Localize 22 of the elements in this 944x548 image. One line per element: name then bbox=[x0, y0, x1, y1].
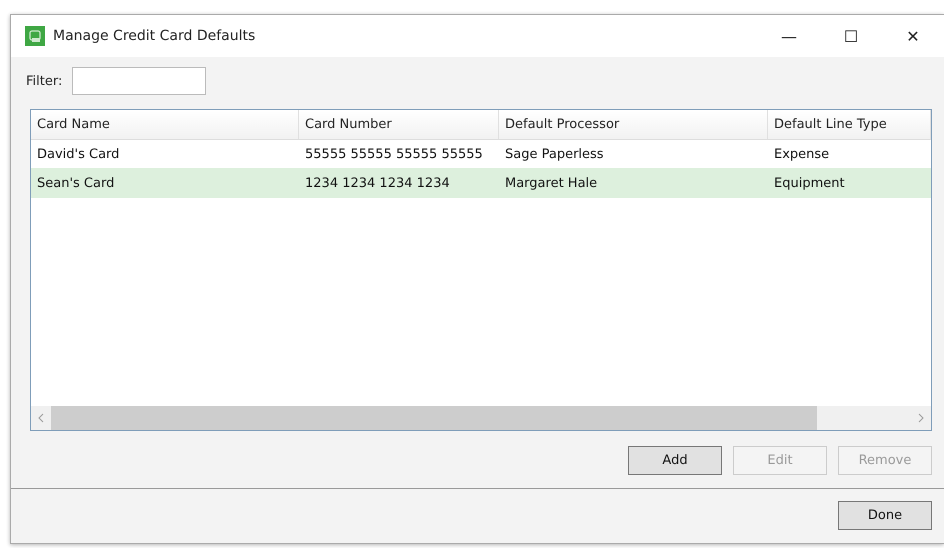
column-header[interactable]: Card Number bbox=[299, 110, 499, 139]
table-row[interactable]: Sean's Card 1234 1234 1234 1234 Margaret Hale Equipment bbox=[31, 168, 931, 198]
column-header[interactable]: Card Name bbox=[31, 110, 299, 139]
table-cell-text: Margaret Hale bbox=[504, 176, 598, 190]
table-cell-text: 55555 55555 55555 55555 bbox=[304, 146, 484, 162]
table-cell-text: 1234 1234 1234 1234 bbox=[304, 176, 451, 190]
filter-label: Filter: bbox=[26, 74, 62, 88]
close-button[interactable]: ✕ bbox=[882, 15, 944, 57]
table-cell-text: Sean's Card bbox=[36, 176, 116, 190]
column-header[interactable]: Default Processor bbox=[499, 110, 768, 139]
table-cell-text: Expense bbox=[773, 146, 830, 162]
maximize-button[interactable]: ☐ bbox=[820, 15, 882, 57]
app-icon bbox=[25, 26, 45, 46]
table-cell-text: David's Card bbox=[36, 146, 120, 162]
column-header[interactable]: Default Line Type bbox=[768, 110, 931, 139]
table-cell-text: Equipment bbox=[773, 176, 846, 190]
done-button[interactable]: Done bbox=[838, 501, 932, 530]
minimize-button[interactable]: — bbox=[758, 15, 820, 57]
window-title: Manage Credit Card Defaults bbox=[53, 28, 256, 44]
action-button[interactable]: Add bbox=[628, 446, 722, 475]
filter-field[interactable] bbox=[72, 67, 206, 95]
table-cell-text: Sage Paperless bbox=[504, 146, 605, 162]
